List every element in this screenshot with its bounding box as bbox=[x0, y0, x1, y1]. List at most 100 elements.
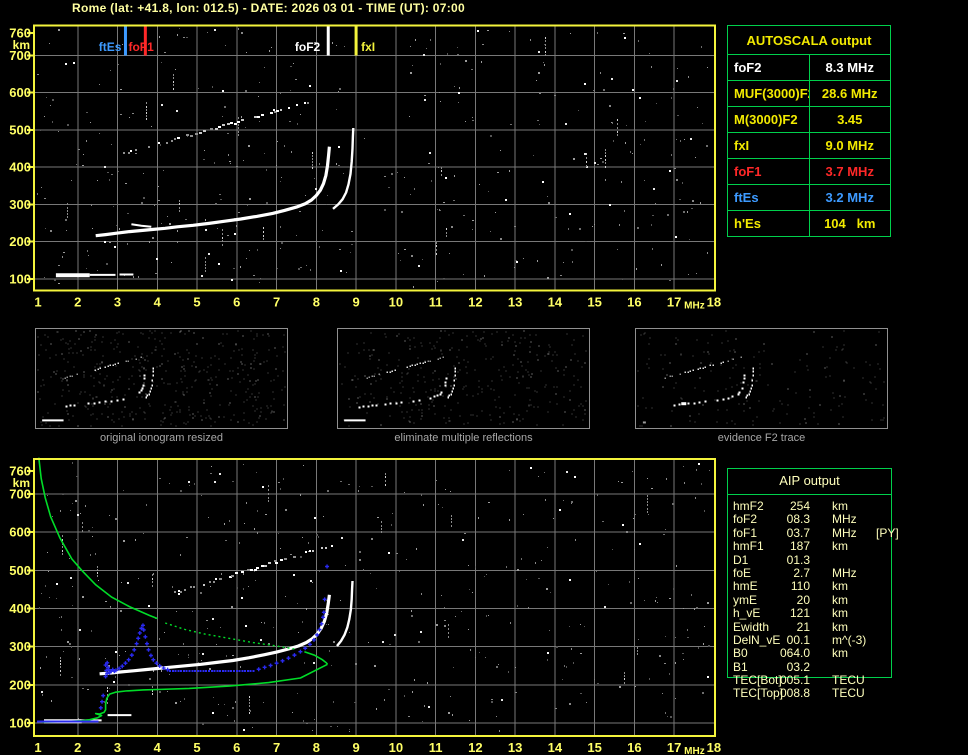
svg-text:18: 18 bbox=[707, 295, 721, 310]
aip-row-foF1: foF1 03.7 MHz [PY] bbox=[733, 525, 899, 540]
plot-frame bbox=[33, 458, 716, 737]
marker-label-foF2: foF2 bbox=[295, 40, 321, 54]
svg-text:11: 11 bbox=[429, 740, 443, 755]
svg-text:12: 12 bbox=[468, 740, 482, 755]
autoscala-window: Rome (lat: +41.8, lon: 012.5) - DATE: 20… bbox=[0, 0, 968, 755]
thumbnail-caption-evidence: evidence F2 trace bbox=[717, 432, 806, 444]
svg-text:600: 600 bbox=[9, 85, 31, 100]
autoscala-row-ftEs: ftEs 3.2 MHz bbox=[727, 184, 891, 211]
thumbnail-caption-original: original ionogram resized bbox=[100, 432, 223, 444]
svg-text:4: 4 bbox=[154, 740, 162, 755]
svg-text:10: 10 bbox=[389, 740, 403, 755]
thumbnail-evidence bbox=[635, 328, 888, 429]
top-ionogram-plot: 100200300400500600700760km1 2 3 4 5 6 7 8 9 10 11 1… bbox=[9, 24, 721, 312]
grid bbox=[35, 460, 714, 735]
autoscala-row-fxI: fxI 9.0 MHz bbox=[727, 132, 891, 159]
axis-labels: 100200300400500600700760km1 2 3 4 5 6 7 8 9 10 11 1… bbox=[9, 464, 721, 755]
svg-text:2: 2 bbox=[74, 295, 81, 310]
thumbnail-eliminate bbox=[337, 328, 590, 429]
autoscala-output-table: AUTOSCALA output foF2 8.3 MHz MUF(3000)F2 2… bbox=[727, 25, 891, 237]
svg-text:1: 1 bbox=[34, 740, 41, 755]
aip-row-hmF1: hmF1 187 km bbox=[733, 539, 848, 554]
svg-text:8: 8 bbox=[313, 295, 320, 310]
echo-traces bbox=[44, 545, 354, 724]
aip-row-TEC[Top]: TEC[Top]008.8 TECU bbox=[733, 686, 865, 701]
grid bbox=[35, 26, 714, 290]
aip-header: AIP output bbox=[779, 473, 840, 488]
aip-row-DelN_vE: DelN_vE 00.1 m^(-3) bbox=[733, 632, 867, 647]
svg-text:15: 15 bbox=[587, 740, 601, 755]
svg-text:km: km bbox=[13, 476, 30, 490]
svg-text:300: 300 bbox=[9, 197, 31, 212]
svg-text:500: 500 bbox=[9, 563, 31, 578]
noise-echoes bbox=[37, 28, 708, 288]
svg-text:13: 13 bbox=[508, 740, 522, 755]
svg-text:500: 500 bbox=[9, 122, 31, 137]
aip-header-divider bbox=[728, 494, 891, 495]
aip-row-B0: B0 064.0 km bbox=[733, 646, 848, 661]
marker-label-fxI: fxI bbox=[361, 40, 375, 54]
svg-text:17: 17 bbox=[667, 740, 681, 755]
aip-row-hmF2: hmF2 254 km bbox=[733, 499, 848, 513]
svg-text:3: 3 bbox=[114, 295, 121, 310]
svg-text:9: 9 bbox=[352, 295, 359, 310]
svg-text:400: 400 bbox=[9, 160, 31, 175]
svg-text:5: 5 bbox=[193, 295, 200, 310]
aip-row-h_vE: h_vE 121 km bbox=[733, 606, 848, 621]
svg-text:7: 7 bbox=[273, 740, 280, 755]
svg-text:100: 100 bbox=[9, 716, 31, 731]
noise-echoes bbox=[39, 462, 710, 732]
aip-row-D1: D1 01.3 bbox=[733, 552, 810, 567]
aip-row-Ewidth: Ewidth 21 km bbox=[733, 619, 848, 634]
svg-text:400: 400 bbox=[9, 601, 31, 616]
aip-row-foF2: foF2 08.3 MHz bbox=[733, 512, 857, 527]
svg-text:600: 600 bbox=[9, 525, 31, 540]
autoscala-row-MUF(3000)F2: MUF(3000)F2 28.6 MHz bbox=[727, 80, 891, 107]
echo-traces bbox=[55, 102, 355, 278]
svg-text:300: 300 bbox=[9, 639, 31, 654]
svg-text:3: 3 bbox=[114, 740, 121, 755]
autoscala-header: AUTOSCALA output bbox=[727, 25, 891, 55]
autoscala-row-h'Es: h'Es 104 km bbox=[727, 210, 891, 237]
autoscala-row-foF2: foF2 8.3 MHz bbox=[727, 54, 891, 81]
aip-row-TEC[Bot]: TEC[Bot]005.1 TECU bbox=[733, 673, 865, 688]
electron-density-profile bbox=[38, 457, 329, 723]
svg-text:200: 200 bbox=[9, 234, 31, 249]
thumbnail-original bbox=[35, 328, 288, 429]
svg-text:14: 14 bbox=[548, 740, 563, 755]
svg-text:100: 100 bbox=[9, 271, 31, 286]
bottom-ionogram-plot: 100200300400500600700760km1 2 3 4 5 6 7 8 9 10 11 1… bbox=[9, 457, 721, 755]
autoscala-row-foF1: foF1 3.7 MHz bbox=[727, 158, 891, 185]
autoscala-row-M(3000)F2: M(3000)F2 3.45 bbox=[727, 106, 891, 133]
aip-row-B1: B1 03.2 bbox=[733, 659, 810, 674]
svg-text:16: 16 bbox=[627, 295, 641, 310]
svg-text:4: 4 bbox=[154, 295, 162, 310]
svg-text:11: 11 bbox=[429, 295, 443, 310]
aip-row-hmE: hmE 110 km bbox=[733, 579, 848, 594]
svg-text:18: 18 bbox=[707, 740, 721, 755]
svg-text:200: 200 bbox=[9, 677, 31, 692]
svg-text:MHz: MHz bbox=[684, 301, 705, 312]
svg-text:15: 15 bbox=[587, 295, 601, 310]
marker-label-foF1: foF1 bbox=[128, 40, 154, 54]
svg-text:7: 7 bbox=[273, 295, 280, 310]
svg-text:16: 16 bbox=[627, 740, 641, 755]
aip-rows: hmF2 254 km foF2 08.3 MHz foF1 03.7 MHz [PY] hmF1 1… bbox=[733, 499, 963, 701]
svg-text:km: km bbox=[13, 38, 30, 52]
svg-text:17: 17 bbox=[667, 295, 681, 310]
svg-text:5: 5 bbox=[193, 740, 200, 755]
axis-labels: 100200300400500600700760km1 2 3 4 5 6 7 8 9 10 11 1… bbox=[9, 26, 721, 312]
aip-row-foE: foE 2.7 MHz bbox=[733, 565, 857, 580]
svg-text:6: 6 bbox=[233, 295, 240, 310]
plot-frame bbox=[33, 24, 716, 292]
thumbnail-caption-eliminate: eliminate multiple reflections bbox=[394, 432, 533, 444]
svg-text:8: 8 bbox=[313, 740, 320, 755]
marker-label-ftEs: ftEs bbox=[99, 40, 122, 54]
aip-row-ymE: ymE 20 km bbox=[733, 592, 848, 607]
svg-text:6: 6 bbox=[233, 740, 240, 755]
svg-text:MHz: MHz bbox=[684, 746, 705, 755]
svg-text:9: 9 bbox=[352, 740, 359, 755]
svg-text:2: 2 bbox=[74, 740, 81, 755]
svg-text:1: 1 bbox=[34, 295, 41, 310]
svg-text:12: 12 bbox=[468, 295, 482, 310]
